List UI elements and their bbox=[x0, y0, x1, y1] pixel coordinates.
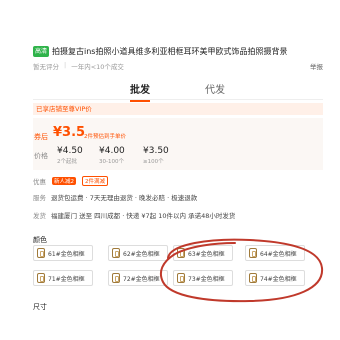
tab-wholesale[interactable]: 批发 bbox=[130, 81, 150, 102]
price-tier: ¥3.50 ≥100个 bbox=[143, 146, 169, 165]
sku-label: 72#金色相框 bbox=[123, 275, 160, 283]
frame-thumbnail-icon bbox=[37, 248, 45, 258]
benefit-label: 优惠 bbox=[33, 178, 46, 186]
shipping-value: 福建厦门 送至 四川成都 · 快递 ¥7起 10件以内 承诺48小时发货 bbox=[51, 212, 236, 220]
benefit-row: 优惠 新人减2 2件满减 bbox=[33, 176, 108, 186]
service-value: 退货包运费 · 7天无理由退货 · 晚发必赔 · 极速退款 bbox=[51, 194, 198, 202]
size-section-label: 尺寸 bbox=[33, 303, 47, 311]
coupon-price-label: 券后 bbox=[34, 133, 48, 141]
multi-buy-discount-chip[interactable]: 2件满减 bbox=[82, 176, 108, 186]
frame-thumbnail-icon bbox=[177, 248, 185, 258]
tier-price: ¥4.50 bbox=[57, 146, 83, 156]
frame-thumbnail-icon bbox=[177, 273, 185, 283]
rating-text: 暂无评分 bbox=[33, 63, 59, 71]
frame-thumbnail-icon bbox=[112, 248, 120, 258]
color-section-label: 颜色 bbox=[33, 236, 47, 244]
sku-option[interactable]: 64#金色相框 bbox=[245, 245, 305, 261]
vip-price-bar: 已享店铺至尊VIP价 bbox=[33, 103, 323, 115]
report-link[interactable]: 举报 bbox=[310, 61, 323, 71]
tier-quantity: 30-100个 bbox=[99, 159, 124, 165]
tier-quantity: ≥100个 bbox=[143, 159, 164, 165]
sales-text: 一年内<10个成交 bbox=[71, 63, 124, 71]
coupon-price: ¥3.5 bbox=[53, 125, 86, 140]
shipping-row: 发货 福建厦门 送至 四川成都 · 快递 ¥7起 10件以内 承诺48小时发货 bbox=[33, 210, 235, 220]
price-tier: ¥4.50 2个起批 bbox=[57, 146, 83, 165]
sku-label: 62#金色相框 bbox=[123, 250, 160, 258]
sku-option[interactable]: 72#金色相框 bbox=[108, 270, 168, 286]
sku-option[interactable]: 73#金色相框 bbox=[173, 270, 233, 286]
service-label: 服务 bbox=[33, 194, 46, 202]
sku-option[interactable]: 63#金色相框 bbox=[173, 245, 233, 261]
sku-option[interactable]: 71#金色相框 bbox=[33, 270, 93, 286]
frame-thumbnail-icon bbox=[112, 273, 120, 283]
frame-thumbnail-icon bbox=[249, 273, 257, 283]
coupon-note: 2件预估到手单价 bbox=[84, 134, 126, 140]
purchase-tabs: 批发 代发 bbox=[33, 80, 323, 102]
sku-option[interactable]: 74#金色相框 bbox=[245, 270, 305, 286]
frame-thumbnail-icon bbox=[37, 273, 45, 283]
sku-option[interactable]: 61#金色相框 bbox=[33, 245, 93, 261]
sku-label: 71#金色相框 bbox=[48, 275, 85, 283]
hd-badge: 高清 bbox=[33, 46, 50, 57]
rating-row: 暂无评分 | 一年内<10个成交 举报 bbox=[33, 61, 323, 71]
sku-label: 73#金色相框 bbox=[188, 275, 225, 283]
product-title-row: 高清 拍摄复古ins拍照小道具维多利亚相框耳环美甲欧式饰品拍照摄背景 bbox=[33, 46, 333, 57]
price-label: 价格 bbox=[34, 152, 48, 160]
shipping-label: 发货 bbox=[33, 212, 46, 220]
tier-quantity: 2个起批 bbox=[57, 159, 77, 165]
sku-option[interactable]: 62#金色相框 bbox=[108, 245, 168, 261]
price-tier: ¥4.00 30-100个 bbox=[99, 146, 125, 165]
price-panel: 券后 ¥3.5 2件预估到手单价 价格 ¥4.50 2个起批 ¥4.00 30-… bbox=[33, 118, 323, 170]
new-user-coupon-chip[interactable]: 新人减2 bbox=[52, 177, 76, 185]
tier-price: ¥4.00 bbox=[99, 146, 125, 156]
sku-label: 63#金色相框 bbox=[188, 250, 225, 258]
frame-thumbnail-icon bbox=[249, 248, 257, 258]
service-row: 服务 退货包运费 · 7天无理由退货 · 晚发必赔 · 极速退款 bbox=[33, 192, 197, 202]
sku-label: 61#金色相框 bbox=[48, 250, 85, 258]
product-title: 拍摄复古ins拍照小道具维多利亚相框耳环美甲欧式饰品拍照摄背景 bbox=[52, 47, 288, 56]
sku-label: 64#金色相框 bbox=[260, 250, 297, 258]
sku-label: 74#金色相框 bbox=[260, 275, 297, 283]
tier-price: ¥3.50 bbox=[143, 146, 169, 156]
tab-dropship[interactable]: 代发 bbox=[205, 81, 225, 96]
separator: | bbox=[64, 61, 67, 69]
